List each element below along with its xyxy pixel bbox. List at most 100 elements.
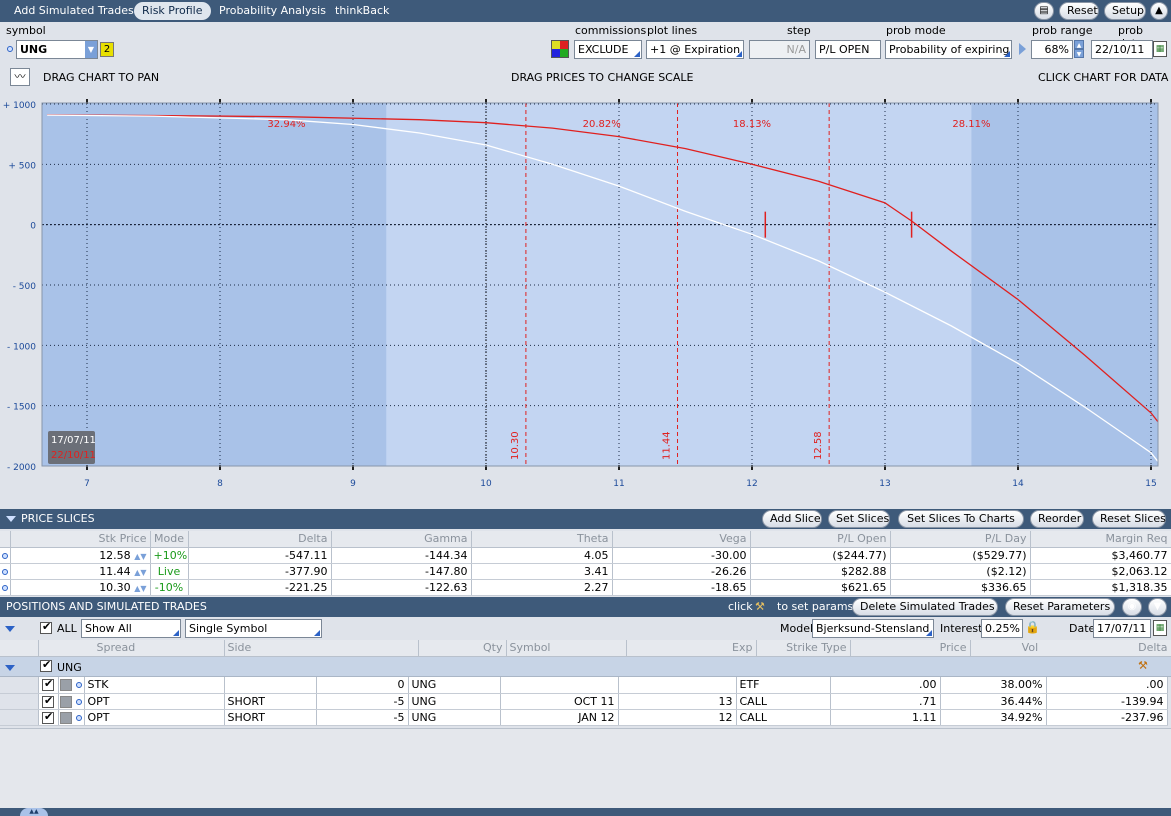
tab-thinkback[interactable]: thinkBack <box>327 2 397 20</box>
table-row[interactable]: OPT SHORT -5 UNG JAN 12 12 CALL 1.11 34.… <box>0 709 1168 726</box>
exp-cell[interactable]: JAN 12 <box>500 709 619 726</box>
vol-cell[interactable]: 36.44% <box>940 693 1047 710</box>
vol-cell[interactable]: 38.00% <box>940 677 1047 694</box>
expand-icon[interactable]: ▼ <box>1148 598 1167 616</box>
table-row[interactable]: 11.44 ▲▼ Live -377.90 -147.80 3.41 -26.2… <box>0 563 1171 580</box>
symbol-link-badge[interactable]: 2 <box>100 42 114 57</box>
interest-input[interactable]: 0.25% <box>981 619 1023 638</box>
stepper-icon[interactable]: ▲▼ <box>134 552 146 561</box>
stk-price-cell[interactable]: 11.44 ▲▼ <box>10 563 151 580</box>
row-link-icon[interactable] <box>75 714 82 721</box>
row-checkbox[interactable] <box>42 694 54 708</box>
reset-button[interactable]: Reset <box>1059 2 1099 20</box>
side-cell[interactable]: SHORT <box>224 709 317 726</box>
add-slice-button[interactable]: Add Slice <box>762 510 822 528</box>
symbol-link-icon[interactable] <box>7 46 13 52</box>
row-checkbox[interactable] <box>42 710 54 724</box>
row-link-icon[interactable] <box>1 584 8 591</box>
set-slices-button[interactable]: Set Slices <box>828 510 890 528</box>
stepper-icon[interactable]: ▲▼ <box>134 584 146 593</box>
set-slices-to-charts-button[interactable]: Set Slices To Charts <box>898 510 1024 528</box>
row-link-icon[interactable] <box>1 552 8 559</box>
select-all-checkbox[interactable] <box>40 620 52 634</box>
collapse-triangle-icon[interactable] <box>5 626 15 632</box>
qty-cell[interactable]: -5 <box>316 693 409 710</box>
price-cell[interactable]: .00 <box>830 677 941 694</box>
vol-cell[interactable]: 34.92% <box>940 709 1047 726</box>
col-mode[interactable]: Mode <box>150 531 189 548</box>
col-vega[interactable]: Vega <box>612 531 751 548</box>
lock-icon[interactable]: 🔒 <box>1025 620 1040 634</box>
symbol-dropdown-icon[interactable]: ▼ <box>85 41 97 58</box>
qty-cell[interactable]: -5 <box>316 709 409 726</box>
col-strike-type[interactable]: Strike Type <box>756 640 851 657</box>
prob-date-input[interactable]: 22/10/11 <box>1091 40 1153 59</box>
col-stk-price[interactable]: Stk Price <box>10 531 151 548</box>
qty-cell[interactable]: 0 <box>316 677 409 694</box>
collapse-triangle-icon[interactable] <box>6 516 16 522</box>
prob-mode-select[interactable]: Probability of expiring <box>885 40 1012 59</box>
calendar-icon[interactable]: ▦ <box>1153 41 1167 57</box>
group-collapse-icon[interactable] <box>5 665 15 671</box>
plot-lines-select[interactable]: +1 @ Expiration <box>646 40 744 59</box>
group-checkbox[interactable] <box>40 658 52 672</box>
reset-slices-button[interactable]: Reset Slices <box>1092 510 1166 528</box>
calendar-icon[interactable]: ▦ <box>1153 620 1167 636</box>
price-cell[interactable]: .71 <box>830 693 941 710</box>
print-icon[interactable]: ▤ <box>1034 2 1054 20</box>
show-filter-select[interactable]: Show All <box>81 619 181 638</box>
row-toggle-box[interactable] <box>60 695 73 708</box>
col-type[interactable]: Type <box>821 641 846 654</box>
stepper-icon[interactable]: ▲▼ <box>134 568 146 577</box>
exp-cell[interactable]: OCT 11 <box>500 693 619 710</box>
tab-risk-profile[interactable]: Risk Profile <box>134 2 211 20</box>
strike-cell[interactable]: 13 <box>618 693 737 710</box>
col-theta[interactable]: Theta <box>471 531 613 548</box>
date-input[interactable]: 17/07/11 <box>1093 619 1151 638</box>
row-toggle-box[interactable] <box>60 679 73 692</box>
col-delta[interactable]: Delta <box>188 531 332 548</box>
stk-price-cell[interactable]: 12.58 ▲▼ <box>10 547 151 564</box>
col-pl-day[interactable]: P/L Day <box>890 531 1031 548</box>
pl-mode-select[interactable]: P/L OPEN <box>815 40 881 59</box>
setup-button[interactable]: Setup <box>1104 2 1146 20</box>
col-strike[interactable]: Strike <box>786 641 818 654</box>
col-side[interactable]: Side <box>224 640 419 657</box>
prob-range-stepper[interactable]: ▲ ▼ <box>1074 40 1084 59</box>
col-spread[interactable]: Spread <box>38 640 225 657</box>
col-vol[interactable]: Vol <box>1022 641 1038 654</box>
wrench-icon[interactable]: ⚒ <box>1138 659 1148 672</box>
prob-range-input[interactable]: 68% <box>1031 40 1073 59</box>
col-delta[interactable]: Delta <box>1138 641 1167 654</box>
model-select[interactable]: Bjerksund-Stensland <box>812 619 934 638</box>
exp-cell[interactable] <box>500 677 619 694</box>
col-margin-req[interactable]: Margin Req <box>1030 531 1171 548</box>
strike-cell[interactable] <box>618 677 737 694</box>
risk-profile-chart[interactable]: + 1000 + 500 0 - 500 - 1000 - 1500 - 2000 7 8 9 10… <box>0 93 1171 493</box>
row-link-icon[interactable] <box>75 698 82 705</box>
side-cell[interactable] <box>224 677 317 694</box>
chart-type-icon[interactable]: 〰 <box>10 68 30 86</box>
delete-simulated-trades-button[interactable]: Delete Simulated Trades <box>852 598 998 616</box>
row-toggle-box[interactable] <box>60 711 73 724</box>
col-pl-open[interactable]: P/L Open <box>750 531 891 548</box>
camera-icon[interactable]: ◉ <box>1122 598 1142 616</box>
group-row-ung[interactable]: UNG ⚒ <box>0 657 1171 677</box>
collapse-icon[interactable]: ▲ <box>1150 2 1168 20</box>
reorder-button[interactable]: Reorder <box>1030 510 1084 528</box>
symbol-mode-select[interactable]: Single Symbol <box>185 619 322 638</box>
panel-expand-icon[interactable]: ▲▲ <box>20 808 48 816</box>
price-cell[interactable]: 1.11 <box>830 709 941 726</box>
table-row[interactable]: OPT SHORT -5 UNG OCT 11 13 CALL .71 36.4… <box>0 693 1168 710</box>
strike-cell[interactable]: 12 <box>618 709 737 726</box>
color-grid-icon[interactable] <box>551 40 569 58</box>
row-link-icon[interactable] <box>75 682 82 689</box>
table-row[interactable]: STK 0 UNG ETF .00 38.00% .00 <box>0 677 1168 694</box>
col-vol-delta[interactable]: Vol Delta <box>970 640 1171 657</box>
row-checkbox[interactable] <box>42 677 54 692</box>
col-symbol[interactable]: Symbol <box>506 640 627 657</box>
col-gamma[interactable]: Gamma <box>331 531 472 548</box>
col-qty[interactable]: Qty <box>418 640 507 657</box>
row-link-icon[interactable] <box>1 568 8 575</box>
prob-range-arrow-icon[interactable] <box>1019 43 1026 55</box>
